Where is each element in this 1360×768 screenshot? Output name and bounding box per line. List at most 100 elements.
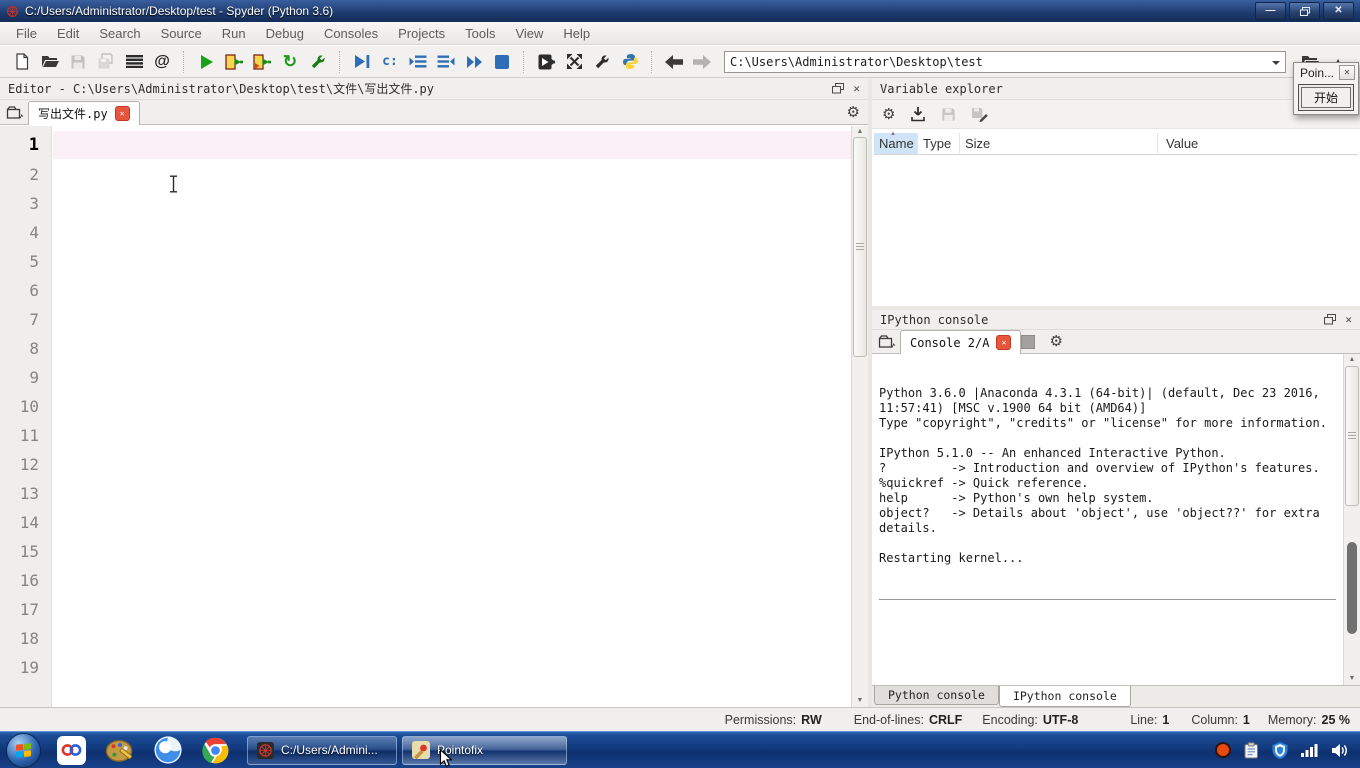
find-symbols-icon[interactable]: @	[148, 49, 176, 75]
editor-scrollbar-thumb[interactable]	[853, 137, 867, 357]
console-tab-close-icon[interactable]: ✕	[996, 335, 1012, 350]
editor-body[interactable]: 1 2 3 4 5 6 7 8 9 10 11 12 13 14 15 16 17 18 19 ▲ ▼	[0, 126, 868, 707]
column-header-value[interactable]: Value	[1158, 133, 1358, 154]
console-tab[interactable]: Console 2/A ✕	[900, 330, 1022, 354]
column-header-size[interactable]: Size	[960, 133, 1158, 154]
save-data-as-icon[interactable]	[971, 106, 989, 122]
step-into-icon[interactable]	[404, 49, 432, 75]
app-icon-browser[interactable]	[151, 734, 184, 767]
tab-python-console[interactable]: Python console	[874, 686, 999, 705]
app-icon-chrome[interactable]	[199, 734, 232, 767]
menu-item-help[interactable]: Help	[553, 26, 600, 41]
editor-close-icon[interactable]: ✕	[853, 83, 860, 94]
back-icon[interactable]	[660, 49, 688, 75]
task-button-spyder[interactable]: C:/Users/Admini...	[247, 735, 397, 765]
popup-close-icon[interactable]: ✕	[1339, 65, 1355, 80]
rerun-icon[interactable]: ↻	[276, 49, 304, 75]
column-header-type[interactable]: Type	[918, 133, 960, 154]
editor-tab[interactable]: 写出文件.py ✕	[28, 101, 140, 125]
stop-debug-icon[interactable]	[488, 49, 516, 75]
save-data-icon[interactable]	[941, 107, 956, 122]
console-pane-header[interactable]: IPython console ✕	[872, 310, 1360, 330]
security-shield-tray-icon[interactable]	[1272, 741, 1288, 759]
editor-pane-title: Editor - C:\Users\Administrator\Desktop\…	[8, 82, 435, 96]
clipboard-tray-icon[interactable]	[1244, 741, 1259, 759]
address-bar[interactable]: C:\Users\Administrator\Desktop\test	[724, 50, 1286, 73]
code-area[interactable]	[53, 126, 852, 707]
close-button[interactable]: ✕	[1323, 2, 1354, 20]
editor-pane-header[interactable]: Editor - C:\Users\Administrator\Desktop\…	[0, 78, 868, 100]
editor-scrollbar[interactable]: ▲ ▼	[851, 126, 868, 707]
recording-tray-icon[interactable]	[1215, 742, 1231, 758]
console-separator	[879, 599, 1336, 600]
editor-options-icon[interactable]: ⚙	[847, 105, 860, 120]
menu-item-run[interactable]: Run	[212, 26, 256, 41]
menu-item-search[interactable]: Search	[89, 26, 150, 41]
console-browse-tabs-icon[interactable]	[878, 334, 896, 350]
run-cell-icon[interactable]	[220, 49, 248, 75]
line-number-2: 2	[29, 165, 39, 184]
console-text[interactable]: Python 3.6.0 |Anaconda 4.3.1 (64-bit)| (…	[879, 356, 1342, 685]
popup-start-button[interactable]: 开始	[1298, 84, 1354, 111]
task-button-pointofix[interactable]: Pointofix	[402, 735, 567, 767]
console-close-icon[interactable]: ✕	[1345, 314, 1352, 325]
minimize-button[interactable]: —	[1255, 2, 1286, 20]
menu-item-tools[interactable]: Tools	[455, 26, 505, 41]
line-number-8: 8	[29, 339, 39, 358]
restore-button[interactable]	[1289, 2, 1320, 20]
console-scrollbar-dark-thumb[interactable]	[1347, 542, 1357, 634]
console-body[interactable]: Python 3.6.0 |Anaconda 4.3.1 (64-bit)| (…	[872, 354, 1360, 685]
run-current-line-icon[interactable]: c:	[376, 49, 404, 75]
run-cell-advance-icon[interactable]	[248, 49, 276, 75]
console-scrollbar[interactable]: ▲ ▼	[1343, 354, 1360, 685]
title-bar: C:/Users/Administrator/Desktop/test - Sp…	[0, 0, 1360, 22]
volume-tray-icon[interactable]	[1331, 743, 1348, 758]
menu-item-file[interactable]: File	[6, 26, 47, 41]
browse-tabs-icon[interactable]	[6, 105, 24, 121]
python-logo-icon[interactable]	[616, 49, 644, 75]
run-selection-icon[interactable]	[532, 49, 560, 75]
scroll-down-icon[interactable]: ▼	[852, 697, 868, 705]
console-scroll-up-icon[interactable]: ▲	[1344, 356, 1360, 364]
menu-item-edit[interactable]: Edit	[47, 26, 89, 41]
console-scroll-down-icon[interactable]: ▼	[1344, 675, 1360, 683]
configure-run-icon[interactable]	[304, 49, 332, 75]
console-scrollbar-thumb[interactable]	[1345, 366, 1359, 506]
line-number-4: 4	[29, 223, 39, 242]
menu-item-source[interactable]: Source	[151, 26, 212, 41]
ve-options-icon[interactable]: ⚙	[882, 107, 895, 122]
open-file-icon[interactable]	[36, 49, 64, 75]
run-file-icon[interactable]	[192, 49, 220, 75]
menu-item-view[interactable]: View	[505, 26, 553, 41]
tab-ipython-console[interactable]: IPython console	[998, 686, 1131, 707]
menu-item-projects[interactable]: Projects	[388, 26, 455, 41]
app-icon-paint-tool[interactable]	[103, 734, 136, 767]
variable-explorer-header[interactable]: Variable explorer	[872, 78, 1360, 100]
address-dropdown-icon[interactable]	[1272, 61, 1280, 69]
console-float-icon[interactable]	[1324, 314, 1337, 325]
menu-item-debug[interactable]: Debug	[256, 26, 314, 41]
file-switcher-icon[interactable]	[120, 49, 148, 75]
save-all-icon[interactable]	[92, 49, 120, 75]
forward-icon[interactable]	[688, 49, 716, 75]
start-button[interactable]	[6, 732, 41, 768]
debug-file-icon[interactable]	[348, 49, 376, 75]
editor-tab-close-icon[interactable]: ✕	[114, 106, 130, 121]
interrupt-kernel-icon[interactable]	[1021, 334, 1036, 349]
maximize-pane-icon[interactable]	[560, 49, 588, 75]
console-line: 11:57:41) [MSC v.1900 64 bit (AMD64)]	[879, 401, 1147, 415]
continue-icon[interactable]	[460, 49, 488, 75]
network-signal-tray-icon[interactable]	[1301, 743, 1318, 757]
editor-float-icon[interactable]	[832, 83, 845, 94]
save-icon[interactable]	[64, 49, 92, 75]
variable-explorer-toolbar: ⚙	[872, 100, 1360, 129]
new-file-icon[interactable]	[8, 49, 36, 75]
step-return-icon[interactable]	[432, 49, 460, 75]
console-options-icon[interactable]: ⚙	[1049, 334, 1062, 349]
column-header-name[interactable]: ▲ Name	[874, 131, 918, 154]
scroll-up-icon[interactable]: ▲	[852, 128, 868, 136]
import-data-icon[interactable]	[910, 106, 926, 122]
app-icon-remote-tool[interactable]	[55, 734, 88, 767]
menu-item-consoles[interactable]: Consoles	[314, 26, 388, 41]
tools-icon[interactable]	[588, 49, 616, 75]
